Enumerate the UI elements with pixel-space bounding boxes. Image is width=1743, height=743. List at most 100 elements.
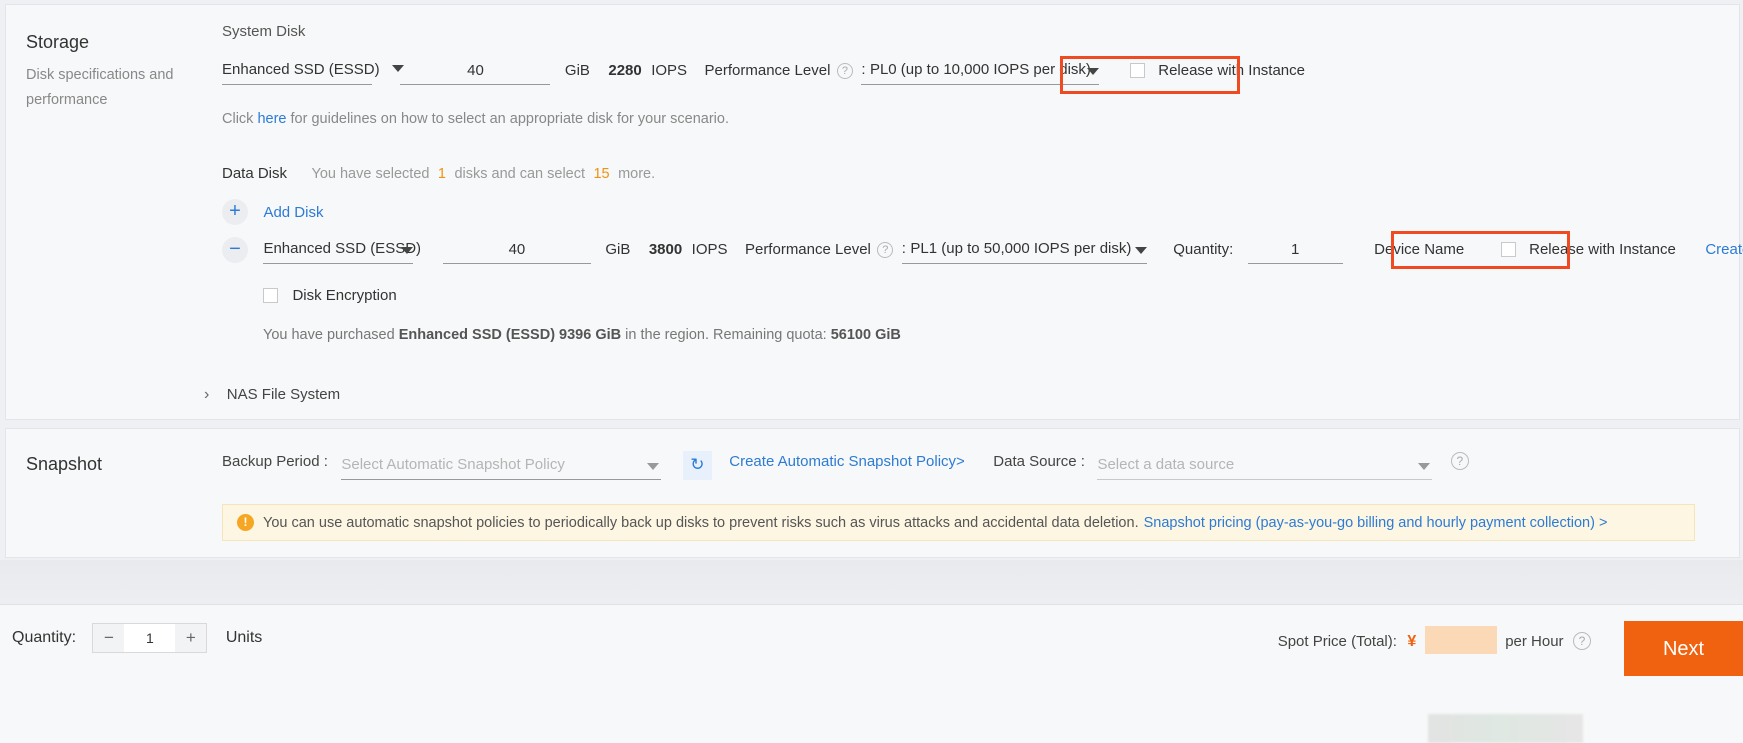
storage-subtitle: Disk specifications and performance <box>26 67 174 108</box>
snapshot-notice: ! You can use automatic snapshot policie… <box>222 504 1695 541</box>
data-disk-selected-mid: disks and can select <box>454 166 586 182</box>
chevron-down-icon <box>1087 68 1100 75</box>
data-disk-iops-value: 3800 <box>648 241 683 259</box>
quota-mid: in the region. Remaining quota: <box>625 327 827 343</box>
question-circle-icon[interactable]: ? <box>1450 452 1469 470</box>
data-disk-iops-unit: IOPS <box>691 241 728 259</box>
disk-encryption-checkbox[interactable] <box>263 288 278 303</box>
data-disk-quantity-input[interactable] <box>1247 239 1343 265</box>
background-strip <box>0 560 1743 606</box>
data-disk-unit: GiB <box>605 241 631 259</box>
data-source-label: Data Source : <box>993 453 1085 470</box>
data-disk-selected-count: 1 <box>437 166 446 182</box>
create-snapshot-policy-link[interactable]: Create Automatic Snapshot Policy> <box>729 453 965 470</box>
quota-bold: Enhanced SSD (ESSD) 9396 GiB <box>398 327 622 343</box>
disk-encryption-label: Disk Encryption <box>292 287 397 304</box>
system-disk-hint: Click here for guidelines on how to sele… <box>222 111 729 127</box>
data-disk-selected-prefix: You have selected <box>311 166 430 182</box>
currency-symbol: ¥ <box>1407 633 1417 650</box>
system-disk-release-checkbox[interactable] <box>1129 63 1145 78</box>
snapshot-section: Snapshot Backup Period : Select Automati… <box>5 428 1740 558</box>
refresh-icon[interactable]: ↻ <box>682 451 712 480</box>
chevron-down-icon <box>1418 463 1431 470</box>
disk-encryption-group[interactable]: Disk Encryption <box>263 287 397 305</box>
chevron-down-icon <box>647 463 660 470</box>
backup-period-select[interactable]: Select Automatic Snapshot Policy <box>341 456 662 480</box>
nas-file-system-label: NAS File System <box>226 386 341 403</box>
data-source-placeholder: Select a data source <box>1097 456 1235 473</box>
data-disk-remaining-count: 15 <box>593 166 610 182</box>
snapshot-pricing-link[interactable]: Snapshot pricing (pay-as-you-go billing … <box>1144 515 1608 531</box>
quantity-increase-button[interactable]: + <box>175 624 207 652</box>
disk-quota-text: You have purchased Enhanced SSD (ESSD) 9… <box>263 327 901 343</box>
purchase-page: Storage Disk specifications and performa… <box>0 0 1743 743</box>
system-disk-release-checkbox-group[interactable]: Release with Instance <box>1129 62 1305 80</box>
snapshot-notice-text: You can use automatic snapshot policies … <box>263 514 1139 531</box>
next-button[interactable]: Next <box>1624 621 1743 676</box>
data-disk-header: Data Disk You have selected 1 disks and … <box>222 165 655 183</box>
system-disk-perf-label: Performance Level <box>704 62 831 79</box>
spot-price-label: Spot Price (Total): <box>1277 633 1397 650</box>
system-disk-type-value: Enhanced SSD (ESSD) <box>222 61 380 78</box>
system-disk-label: System Disk <box>222 23 306 40</box>
data-source-select[interactable]: Select a data source <box>1097 456 1433 480</box>
data-disk-size-input[interactable] <box>442 239 591 265</box>
data-disk-perf-select[interactable]: : PL1 (up to 50,000 IOPS per disk) <box>901 240 1147 265</box>
data-disk-type-select[interactable]: Enhanced SSD (ESSD) <box>263 240 421 265</box>
data-disk-release-checkbox-group[interactable]: Release with Instance <box>1500 241 1676 259</box>
quantity-decrease-button[interactable]: − <box>93 624 125 652</box>
backup-period-label: Backup Period : <box>222 453 328 470</box>
chevron-down-icon <box>401 247 414 255</box>
hint-here-link[interactable]: here <box>257 111 286 127</box>
snapshot-controls-row: Backup Period : Select Automatic Snapsho… <box>222 451 1471 480</box>
spot-price-group: Spot Price (Total): ¥ per Hour ? <box>1278 626 1593 654</box>
chevron-down-icon <box>1134 247 1147 255</box>
add-disk-label[interactable]: Add Disk <box>263 204 323 221</box>
system-disk-perf-colon: : <box>861 61 866 78</box>
data-disk-release-checkbox[interactable] <box>1500 242 1516 258</box>
system-disk-size-input[interactable] <box>400 60 551 85</box>
chevron-right-icon: › <box>204 386 210 403</box>
system-disk-iops-value: 2280 <box>608 62 642 79</box>
footer-quantity-group: Quantity: − 1 + Units <box>12 623 262 653</box>
tooltip-redacted <box>1428 714 1583 743</box>
storage-label-block: Storage Disk specifications and performa… <box>26 31 196 113</box>
system-disk-row: Enhanced SSD (ESSD) GiB 2280 IOPS Perfor… <box>222 60 1305 85</box>
system-disk-perf-value: PL0 (up to 10,000 IOPS per disk) <box>869 61 1091 78</box>
question-circle-icon[interactable]: ? <box>836 63 853 79</box>
price-value-redacted <box>1424 626 1497 654</box>
chevron-down-icon <box>392 65 405 72</box>
system-disk-unit: GiB <box>564 62 590 79</box>
system-disk-iops-unit: IOPS <box>651 62 688 79</box>
footer-units-label: Units <box>225 629 263 646</box>
page-title: Storage <box>26 32 90 52</box>
system-disk-type-select[interactable]: Enhanced SSD (ESSD) <box>222 61 405 85</box>
quota-value: 56100 GiB <box>830 327 901 343</box>
snapshot-label-block: Snapshot <box>26 453 196 475</box>
data-disk-perf-colon: : <box>901 240 906 258</box>
create-from-snapshot-link[interactable]: Create from Snapshot <box>1705 241 1743 258</box>
warning-icon: ! <box>237 514 254 531</box>
system-disk-perf-select[interactable]: : PL0 (up to 10,000 IOPS per disk) <box>861 61 1100 85</box>
hint-prefix: Click <box>222 111 254 127</box>
data-disk-device-name-label: Device Name <box>1374 241 1465 259</box>
nas-file-system-toggle[interactable]: › NAS File System <box>204 386 340 404</box>
data-disk-type-value: Enhanced SSD (ESSD) <box>263 240 422 258</box>
data-disk-release-label: Release with Instance <box>1529 241 1676 259</box>
data-disk-perf-value: PL1 (up to 50,000 IOPS per disk) <box>910 240 1132 258</box>
minus-icon[interactable]: − <box>222 237 248 263</box>
plus-icon[interactable]: + <box>222 199 248 225</box>
add-disk-button[interactable]: + Add Disk <box>222 199 323 225</box>
hint-suffix: for guidelines on how to select an appro… <box>290 111 729 127</box>
quota-prefix: You have purchased <box>263 327 395 343</box>
data-disk-selected-suffix: more. <box>618 166 656 182</box>
question-circle-icon[interactable]: ? <box>1573 632 1591 650</box>
data-disk-label: Data Disk <box>222 165 288 182</box>
quantity-value[interactable]: 1 <box>128 624 171 652</box>
data-disk-quantity-label: Quantity: <box>1173 241 1234 259</box>
system-disk-release-label: Release with Instance <box>1158 62 1305 79</box>
backup-period-placeholder: Select Automatic Snapshot Policy <box>341 456 565 473</box>
data-disk-row: − Enhanced SSD (ESSD) GiB 3800 IOPS Perf… <box>222 237 1743 265</box>
quantity-stepper[interactable]: − 1 + <box>92 623 208 653</box>
question-circle-icon[interactable]: ? <box>877 242 894 259</box>
